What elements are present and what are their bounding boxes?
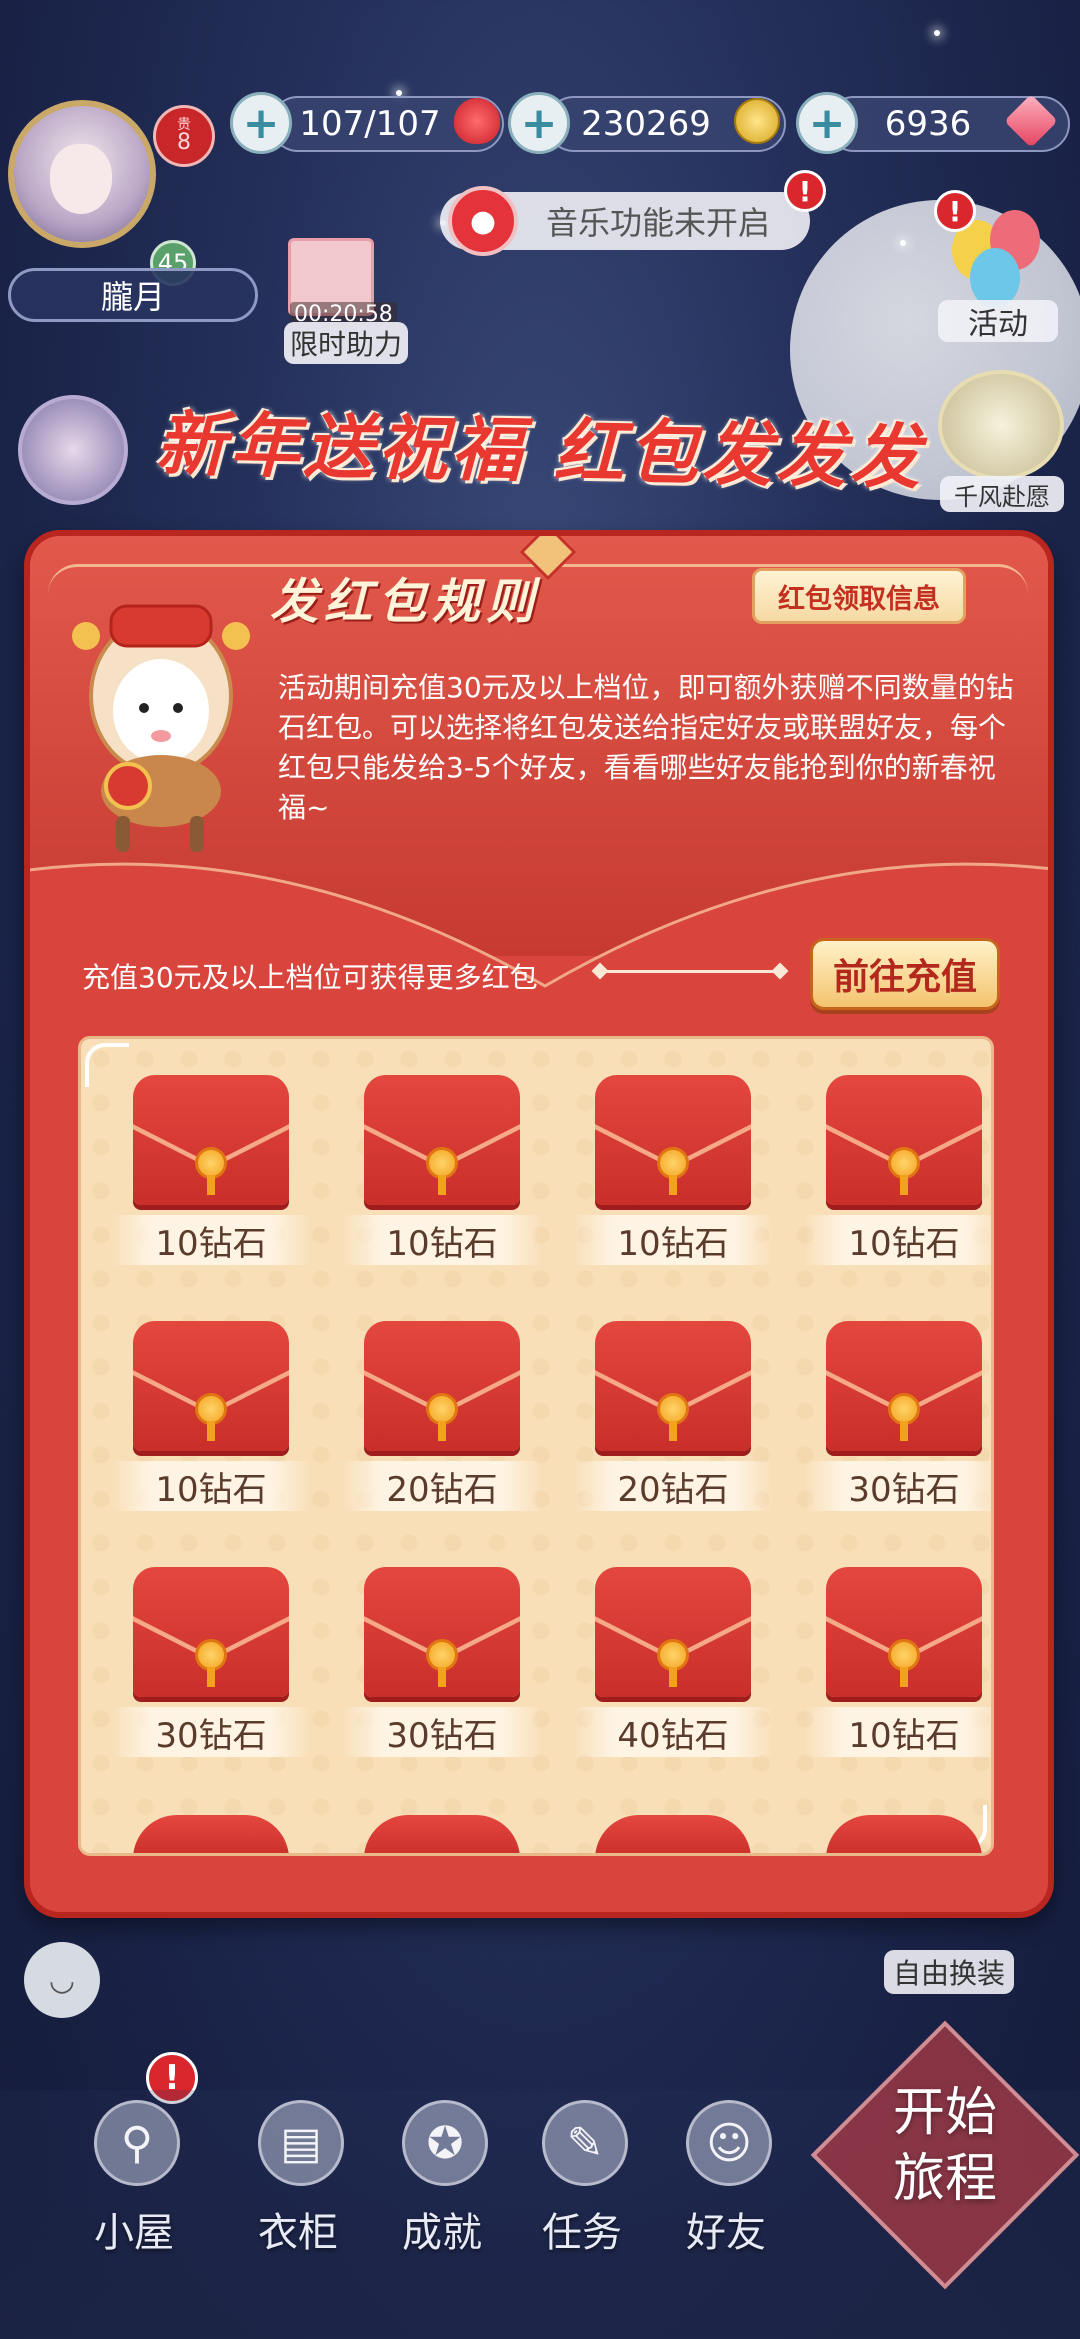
limited-help-label: 限时助力 <box>284 322 408 364</box>
envelope-grid-area: 10钻石 10钻石 10钻石 10钻石 10钻石 20钻石 20钻石 30钻石 … <box>78 1036 994 1856</box>
friends-icon: ☺ <box>686 2100 772 2186</box>
envelope-item[interactable]: 20钻石 <box>573 1321 773 1531</box>
red-envelope-icon[interactable] <box>595 1815 751 1853</box>
go-recharge-button[interactable]: 前往充值 <box>810 938 1000 1010</box>
event-banner-title: 新年送祝福 红包发发发 <box>155 403 925 499</box>
wardrobe-icon: ▤ <box>258 2100 344 2186</box>
horse-mascot-icon <box>56 576 266 866</box>
envelope-label: 10钻石 <box>804 1215 991 1265</box>
envelope-item[interactable]: 10钻石 <box>804 1075 991 1285</box>
player-avatar[interactable] <box>8 100 156 248</box>
limited-help-gift[interactable]: 00:20:58 <box>276 218 400 327</box>
envelope-grid: 10钻石 10钻石 10钻石 10钻石 10钻石 20钻石 20钻石 30钻石 … <box>111 1075 991 1777</box>
activity-alert-icon: ! <box>934 190 976 232</box>
music-status-text: 音乐功能未开启 <box>545 204 770 242</box>
hide-ui-eye-icon[interactable]: ◡ <box>24 1942 100 2018</box>
red-envelope-panel: 发红包规则 红包领取信息 活动期间充值30元及以上档位，即可额外获赠不同数量的钻… <box>24 530 1054 1918</box>
rules-title: 发红包规则 <box>270 574 541 630</box>
nav-wardrobe-label: 衣柜 <box>258 2210 338 2256</box>
vip-badge[interactable]: 贵8 <box>153 105 215 167</box>
add-stamina-button[interactable]: + <box>230 92 292 154</box>
envelope-item[interactable]: 30钻石 <box>111 1567 311 1777</box>
red-envelope-icon <box>826 1321 982 1451</box>
start-journey-label[interactable]: 开始旅程 <box>870 2080 1020 2212</box>
envelope-label: 30钻石 <box>804 1461 991 1511</box>
envelope-row-partial <box>111 1815 982 1853</box>
recharge-note: 充值30元及以上档位可获得更多红包 <box>82 961 538 994</box>
red-envelope-icon <box>826 1075 982 1205</box>
nav-task-label: 任务 <box>542 2210 622 2256</box>
envelope-label: 30钻石 <box>342 1707 542 1757</box>
envelope-item[interactable]: 30钻石 <box>342 1567 542 1777</box>
add-gold-button[interactable]: + <box>508 92 570 154</box>
star-decoration <box>900 240 906 246</box>
envelope-item[interactable]: 10钻石 <box>111 1075 311 1285</box>
envelope-info-button[interactable]: 红包领取信息 <box>752 568 966 624</box>
red-envelope-icon <box>133 1075 289 1205</box>
red-envelope-icon <box>364 1321 520 1451</box>
envelope-label: 10钻石 <box>111 1461 311 1511</box>
envelope-item[interactable]: 30钻石 <box>804 1321 991 1531</box>
envelope-label: 20钻石 <box>342 1461 542 1511</box>
red-envelope-icon <box>133 1567 289 1697</box>
nav-achievement-label: 成就 <box>402 2210 482 2256</box>
player-name[interactable]: 朧月 <box>8 268 258 322</box>
add-diamond-button[interactable]: + <box>796 92 858 154</box>
envelope-label: 30钻石 <box>111 1707 311 1757</box>
stamina-value: 107/107 <box>299 104 441 144</box>
nav-friends[interactable]: ☺ 好友 <box>656 2100 796 2260</box>
free-change-button[interactable]: 自由换装 <box>884 1950 1014 1994</box>
red-envelope-icon[interactable] <box>826 1815 982 1853</box>
envelope-item[interactable]: 10钻石 <box>111 1321 311 1531</box>
red-envelope-icon <box>595 1075 751 1205</box>
task-icon: ✎ <box>542 2100 628 2186</box>
red-envelope-icon <box>826 1567 982 1697</box>
note-divider <box>600 970 780 973</box>
envelope-label: 10钻石 <box>111 1215 311 1265</box>
red-envelope-icon <box>133 1321 289 1451</box>
red-envelope-icon <box>595 1567 751 1697</box>
envelope-item[interactable]: 40钻石 <box>573 1567 773 1777</box>
star-decoration <box>934 30 940 36</box>
alert-icon: ! <box>784 170 826 212</box>
red-envelope-icon[interactable] <box>364 1815 520 1853</box>
bicycle-icon: ⚲ <box>94 2100 180 2186</box>
nav-task[interactable]: ✎ 任务 <box>512 2100 652 2260</box>
music-disc-icon[interactable]: ● <box>448 186 518 256</box>
nav-friends-label: 好友 <box>686 2210 766 2256</box>
red-envelope-icon <box>364 1567 520 1697</box>
nav-wardrobe[interactable]: ▤ 衣柜 <box>228 2100 368 2260</box>
envelope-label: 10钻石 <box>804 1707 991 1757</box>
envelope-item[interactable]: 10钻石 <box>573 1075 773 1285</box>
avatar-face <box>50 144 112 214</box>
rules-description: 活动期间充值30元及以上档位，即可额外获赠不同数量的钻石红包。可以选择将红包发送… <box>278 671 1014 824</box>
red-envelope-icon <box>364 1075 520 1205</box>
envelope-label: 10钻石 <box>573 1215 773 1265</box>
qianfeng-label[interactable]: 千风赴愿 <box>940 476 1064 512</box>
envelope-label: 40钻石 <box>573 1707 773 1757</box>
palace-icon[interactable] <box>938 370 1064 480</box>
envelope-item[interactable]: 10钻石 <box>804 1567 991 1777</box>
medal-icon: ✪ <box>402 2100 488 2186</box>
nav-house-label: 小屋 <box>94 2210 174 2256</box>
envelope-item[interactable]: 10钻石 <box>342 1075 542 1285</box>
envelope-item[interactable]: 20钻石 <box>342 1321 542 1531</box>
activity-label[interactable]: 活动 <box>938 300 1058 342</box>
envelope-label: 20钻石 <box>573 1461 773 1511</box>
envelope-label: 10钻石 <box>342 1215 542 1265</box>
red-envelope-icon <box>595 1321 751 1451</box>
dress-icon[interactable] <box>18 395 128 505</box>
vip-level: 8 <box>177 130 191 155</box>
coin-icon <box>734 98 780 144</box>
heart-icon <box>454 98 500 144</box>
diamond-value: 6936 <box>884 104 972 144</box>
nav-house[interactable]: ⚲ 小屋 <box>64 2100 204 2260</box>
nav-achievement[interactable]: ✪ 成就 <box>372 2100 512 2260</box>
red-envelope-icon[interactable] <box>133 1815 289 1853</box>
gold-value: 230269 <box>581 104 711 144</box>
